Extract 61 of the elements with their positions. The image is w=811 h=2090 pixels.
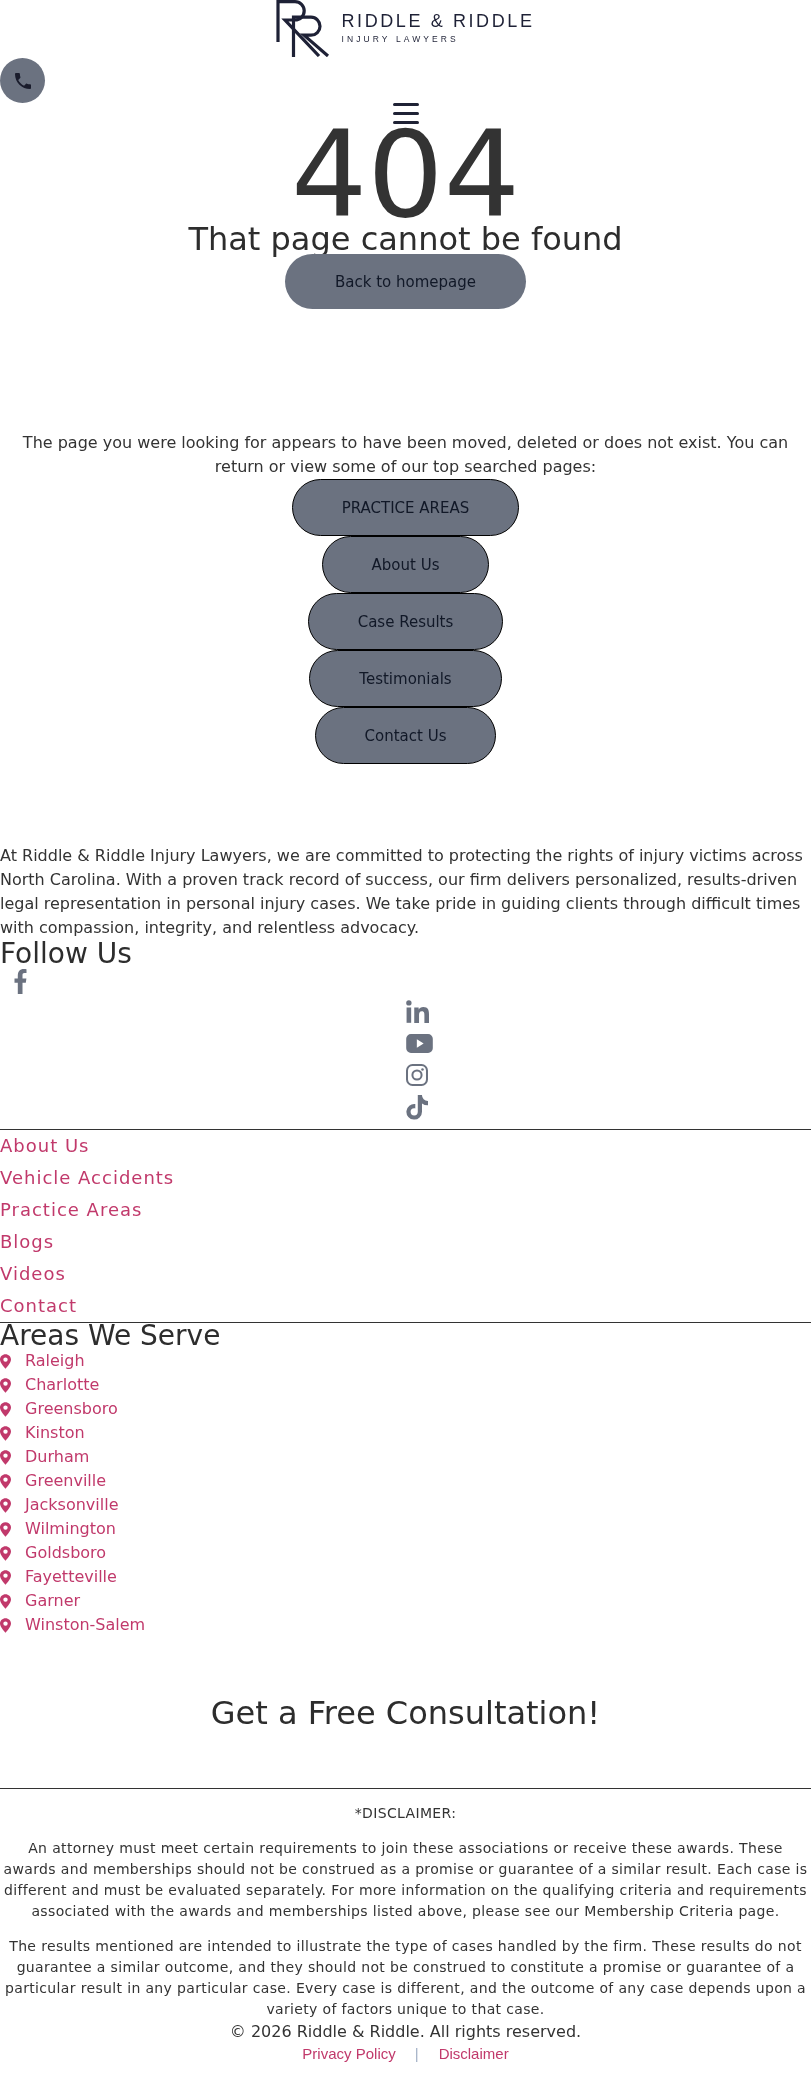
city-link[interactable]: Greenville — [0, 1469, 107, 1493]
map-pin-icon — [0, 1401, 11, 1417]
footer-link[interactable]: Disclaimer — [438, 2042, 509, 2065]
footer-nav-link[interactable]: Videos — [0, 1258, 66, 1290]
footer-nav-link[interactable]: Contact — [0, 1290, 78, 1322]
map-pin-icon — [0, 1521, 11, 1537]
map-pin-icon — [0, 1449, 11, 1465]
error-heading: That page cannot be found — [188, 221, 623, 257]
map-pin-icon — [0, 1473, 11, 1489]
city-link[interactable]: Goldsboro — [0, 1541, 107, 1565]
facebook-icon[interactable] — [14, 969, 27, 994]
city-link[interactable]: Durham — [0, 1445, 90, 1469]
follow-us-heading: Follow Us — [0, 940, 133, 968]
city-link[interactable]: Fayetteville — [0, 1565, 117, 1589]
linkedin-icon[interactable] — [406, 999, 429, 1023]
about-text: At Riddle & Riddle Injury Lawyers, we are committed to protecting the rights of injury victims across North Carolina. With a proven track record of success, our firm delivers personalized, results-driven legal representation in personal injury cases. We take pride in guiding clients through difficult times with compassion, integrity, and relentless advocacy. — [0, 845, 804, 939]
error-code: 404 — [290, 129, 520, 221]
map-pin-icon — [0, 1545, 11, 1561]
city-link[interactable]: Greensboro — [0, 1397, 118, 1421]
map-pin-icon — [0, 1593, 11, 1609]
page-link-button[interactable]: Testimonials — [309, 650, 502, 707]
city-link[interactable]: Wilmington — [0, 1517, 116, 1541]
phone-icon — [14, 72, 31, 89]
consultation-heading: Get a Free Consultation! — [209, 1694, 602, 1732]
city-link[interactable]: Jacksonville — [0, 1493, 119, 1517]
map-pin-icon — [0, 1425, 11, 1441]
menu-icon[interactable] — [392, 103, 419, 124]
map-pin-icon — [0, 1497, 11, 1513]
map-pin-icon — [0, 1617, 11, 1633]
copyright-text: © 2026 Riddle & Riddle. All rights reserved. — [228, 2020, 583, 2043]
map-pin-icon — [0, 1377, 11, 1393]
camera-outline-icon[interactable] — [406, 1064, 428, 1086]
map-pin-icon — [0, 1353, 11, 1369]
city-link[interactable]: Kinston — [0, 1421, 85, 1445]
phone-button[interactable] — [0, 58, 45, 103]
disclaimer-text: An attorney must meet certain requirements to join these associations or receive these awards. These awards and memberships should not be construed as a promise or guarantee of a similar result. Each case is different and must be evaluated separately. For more information on the qualifying criteria and requirements associated with the awards and memberships listed above, please see our Membership Criteria page. — [2, 1838, 809, 1922]
video-play-icon[interactable] — [406, 1033, 433, 1053]
disclaimer-text: The results mentioned are intended to illustrate the type of cases handled by the firm. These results do not guarantee a similar outcome, and they should not be construed to constitute a promise or guarantee of a particular result in any particular case. Every case is different, and the outcome of any case depends upon a variety of factors unique to that case. — [3, 1936, 808, 2020]
city-link[interactable]: Charlotte — [0, 1373, 100, 1397]
page-link-button[interactable]: Contact Us — [314, 707, 497, 764]
footer-nav-link[interactable]: Blogs — [0, 1226, 55, 1258]
map-pin-icon — [0, 1569, 11, 1585]
city-link[interactable]: Winston-Salem — [0, 1613, 146, 1637]
intro-text: The page you were looking for appears to have been moved, deleted or does not exist. You can return or view some of our top searched pages: — [21, 432, 790, 478]
link-separator: | — [414, 2043, 419, 2064]
footer-nav-link[interactable]: Vehicle Accidents — [0, 1162, 175, 1194]
homepage-button[interactable]: Back to homepage — [285, 254, 526, 309]
footer-nav-link[interactable]: About Us — [0, 1130, 90, 1162]
page-link-button[interactable]: About Us — [321, 536, 490, 593]
brand-tagline: INJURY LAWYERS — [341, 34, 459, 44]
page-link-button[interactable]: PRACTICE AREAS — [291, 479, 520, 536]
music-note-icon[interactable] — [406, 1094, 428, 1120]
monogram-logo-icon — [276, 0, 331, 57]
city-link[interactable]: Garner — [0, 1589, 81, 1613]
page-link-button[interactable]: Case Results — [307, 593, 504, 650]
disclaimer-label: *DISCLAIMER: — [353, 1804, 458, 1823]
areas-heading: Areas We Serve — [0, 1323, 222, 1349]
city-link[interactable]: Raleigh — [0, 1349, 85, 1373]
brand-name: RIDDLE & RIDDLE — [341, 11, 535, 31]
footer-nav-link[interactable]: Practice Areas — [0, 1194, 143, 1226]
footer-link[interactable]: Privacy Policy — [302, 2042, 396, 2065]
